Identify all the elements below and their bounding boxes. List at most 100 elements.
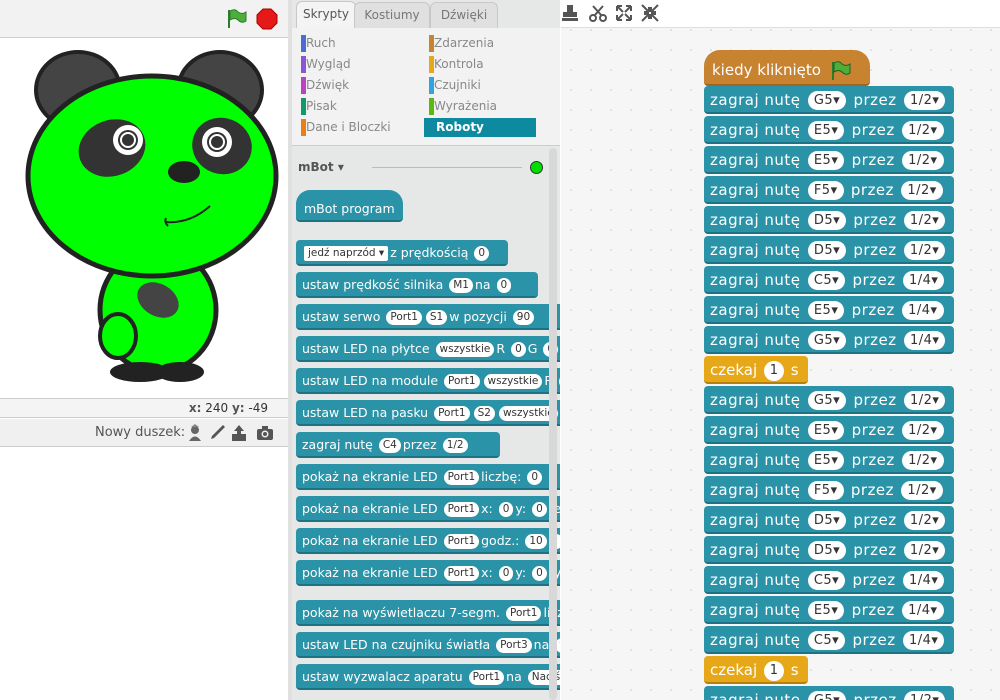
upload-sprite-icon[interactable] (230, 424, 248, 442)
block-input[interactable]: 0 (559, 374, 560, 389)
duration-dropdown[interactable]: 1/2▾ (902, 121, 944, 140)
block-input[interactable]: wszystkie (483, 374, 543, 389)
palette-block-10[interactable]: pokaż na ekranie LED Port1godz.: 10:min.… (296, 528, 560, 554)
wait-block[interactable]: czekaj 1 s (704, 356, 808, 384)
script-area[interactable]: kiedy kliknięto zagraj nutę G5▾ przez 1/2… (561, 0, 1000, 700)
play-note-block[interactable]: zagraj nutę E5▾ przez 1/2▾ (704, 146, 954, 174)
block-input[interactable]: 0 (496, 278, 512, 293)
tab-costumes[interactable]: Kostiumy (354, 2, 430, 28)
palette-scrollbar[interactable] (549, 148, 557, 700)
palette-block-11[interactable]: pokaż na ekranie LED Port1x: 0y: 0rysune… (296, 560, 560, 586)
stop-sign-icon[interactable] (256, 8, 278, 30)
duration-dropdown[interactable]: 1/2▾ (902, 451, 944, 470)
note-dropdown[interactable]: E5▾ (807, 301, 845, 320)
duration-dropdown[interactable]: 1/2▾ (901, 181, 943, 200)
block-input[interactable]: 0 (474, 246, 490, 261)
duration-dropdown[interactable]: 1/2▾ (903, 541, 946, 560)
wait-block[interactable]: czekaj 1 s (704, 656, 808, 684)
block-input[interactable]: Port1 (444, 374, 480, 389)
block-input[interactable]: 0 (511, 342, 526, 357)
paint-sprite-icon[interactable] (208, 424, 226, 442)
palette-block-14[interactable]: ustaw wyzwalacz aparatu Port1na Naciśnię… (296, 664, 560, 690)
note-dropdown[interactable]: D5▾ (807, 511, 847, 530)
camera-sprite-icon[interactable] (256, 424, 274, 442)
block-input[interactable]: Port1 (434, 406, 470, 421)
block-input[interactable]: M1 (449, 278, 473, 293)
grow-icon[interactable] (615, 4, 633, 22)
note-dropdown[interactable]: F5▾ (807, 181, 844, 200)
category-5[interactable]: Dźwięk (296, 76, 408, 95)
category-3[interactable]: Wygląd (296, 55, 408, 74)
note-dropdown[interactable]: C5▾ (807, 271, 846, 290)
category-1[interactable]: Ruch (296, 34, 408, 53)
play-note-block[interactable]: zagraj nutę F5▾ przez 1/2▾ (704, 476, 954, 504)
play-note-block[interactable]: zagraj nutę G5▾ przez 1/2▾ (704, 86, 954, 114)
category-9[interactable]: Dane i Bloczki (296, 118, 408, 137)
duration-dropdown[interactable]: 1/2▾ (901, 481, 943, 500)
duration-dropdown[interactable]: 1/2▾ (903, 391, 946, 410)
category-7[interactable]: Pisak (296, 97, 408, 116)
duration-dropdown[interactable]: 1/2▾ (903, 241, 946, 260)
mbot-program-hat-block[interactable]: mBot program (296, 190, 403, 222)
note-dropdown[interactable]: D5▾ (807, 541, 847, 560)
block-input[interactable]: Port1 (443, 470, 480, 485)
block-input[interactable]: 1/2 (442, 438, 468, 453)
palette-block-7[interactable]: zagraj nutę C4 przez 1/2 (296, 432, 500, 458)
play-note-block[interactable]: zagraj nutę C5▾ przez 1/4▾ (704, 566, 954, 594)
note-dropdown[interactable]: E5▾ (807, 121, 845, 140)
play-note-block[interactable]: zagraj nutę F5▾ przez 1/2▾ (704, 176, 954, 204)
duration-dropdown[interactable]: 1/4▾ (902, 271, 945, 290)
note-dropdown[interactable]: E5▾ (807, 421, 845, 440)
play-note-block[interactable]: zagraj nutę E5▾ przez 1/2▾ (704, 116, 954, 144)
duration-dropdown[interactable]: 1/2▾ (903, 511, 946, 530)
wait-seconds-input[interactable]: 1 (763, 660, 784, 681)
category-6[interactable]: Czujniki (424, 76, 536, 95)
play-note-block[interactable]: zagraj nutę G5▾ przez 1/2▾ (704, 686, 954, 700)
block-input[interactable]: 90 (512, 310, 535, 325)
note-dropdown[interactable]: G5▾ (807, 91, 847, 110)
sprite-library-icon[interactable] (186, 424, 204, 442)
palette-block-3[interactable]: ustaw serwo Port1 S1 w pozycji 90 (296, 304, 560, 330)
block-input[interactable]: wszystkie (435, 342, 495, 357)
palette-block-6[interactable]: ustaw LED na pasku Port1S2wszystkieR 0G … (296, 400, 560, 426)
block-input[interactable]: Port1 (468, 670, 505, 685)
palette-block-13[interactable]: ustaw LED na czujniku światła Port3na wł… (296, 632, 560, 658)
play-note-block[interactable]: zagraj nutę C5▾ przez 1/4▾ (704, 266, 954, 294)
duplicate-stamp-icon[interactable] (561, 4, 579, 22)
play-note-block[interactable]: zagraj nutę D5▾ przez 1/2▾ (704, 536, 954, 564)
play-note-block[interactable]: zagraj nutę D5▾ przez 1/2▾ (704, 506, 954, 534)
note-dropdown[interactable]: G5▾ (807, 331, 847, 350)
play-note-block[interactable]: zagraj nutę E5▾ przez 1/2▾ (704, 446, 954, 474)
play-note-block[interactable]: zagraj nutę E5▾ przez 1/2▾ (704, 416, 954, 444)
block-input[interactable]: S1 (425, 310, 448, 325)
block-input[interactable]: Port1 (443, 502, 480, 517)
play-note-block[interactable]: zagraj nutę C5▾ przez 1/4▾ (704, 626, 954, 654)
mbot-section-header[interactable]: mBot ▾ (298, 160, 344, 174)
play-note-block[interactable]: zagraj nutę E5▾ przez 1/4▾ (704, 296, 954, 324)
play-note-block[interactable]: zagraj nutę D5▾ przez 1/2▾ (704, 206, 954, 234)
panda-sprite[interactable] (0, 38, 288, 398)
duration-dropdown[interactable]: 1/2▾ (902, 151, 944, 170)
wait-seconds-input[interactable]: 1 (763, 360, 784, 381)
when-flag-clicked-hat[interactable]: kiedy kliknięto (704, 50, 870, 86)
block-input[interactable]: C4 (378, 438, 401, 453)
note-dropdown[interactable]: E5▾ (807, 451, 845, 470)
palette-block-9[interactable]: pokaż na ekranie LED Port1x: 0y: 0tekst:… (296, 496, 560, 522)
block-input[interactable]: 0 (532, 566, 547, 581)
tab-sounds[interactable]: Dźwięki (430, 2, 498, 28)
block-input[interactable]: Port1 (505, 606, 542, 621)
note-dropdown[interactable]: F5▾ (807, 481, 844, 500)
note-dropdown[interactable]: D5▾ (807, 241, 847, 260)
block-input[interactable]: 10 (525, 534, 547, 549)
note-dropdown[interactable]: C5▾ (807, 631, 846, 650)
category-2[interactable]: Zdarzenia (424, 34, 536, 53)
note-dropdown[interactable]: C5▾ (807, 571, 846, 590)
block-input[interactable]: S2 (473, 406, 495, 421)
palette-block-2[interactable]: ustaw prędkość silnika M1 na 0 (296, 272, 538, 298)
play-note-block[interactable]: zagraj nutę D5▾ przez 1/2▾ (704, 236, 954, 264)
duration-dropdown[interactable]: 1/2▾ (903, 91, 946, 110)
category-4[interactable]: Kontrola (424, 55, 536, 74)
tab-scripts[interactable]: Skrypty (296, 1, 356, 29)
shrink-icon[interactable] (641, 4, 659, 22)
play-note-block[interactable]: zagraj nutę E5▾ przez 1/4▾ (704, 596, 954, 624)
